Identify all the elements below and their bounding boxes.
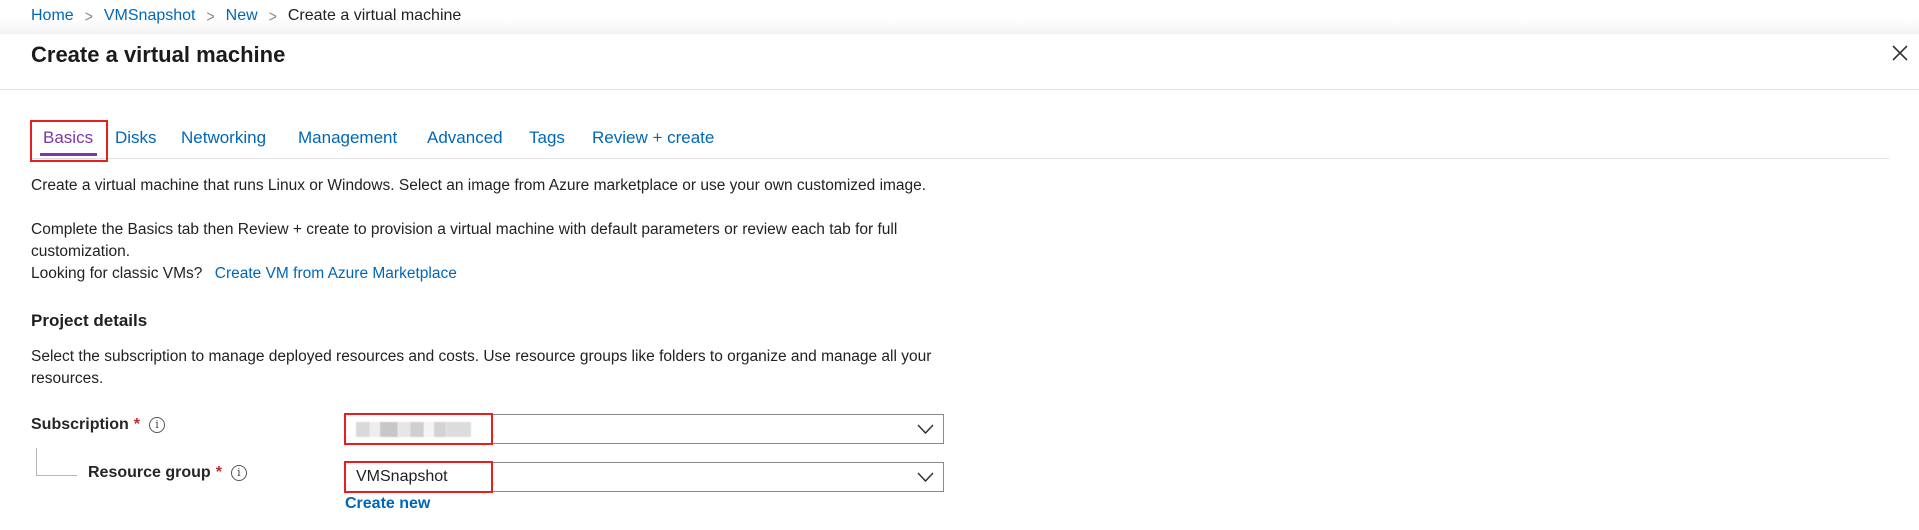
tab-management[interactable]: Management bbox=[298, 128, 397, 148]
breadcrumb-current: Create a virtual machine bbox=[287, 7, 462, 24]
breadcrumb-separator-icon: > bbox=[206, 6, 215, 26]
project-details-description: Select the subscription to manage deploy… bbox=[31, 348, 932, 387]
breadcrumb-separator-icon: > bbox=[84, 6, 93, 26]
info-icon[interactable]: i bbox=[149, 417, 166, 433]
chevron-down-icon bbox=[917, 472, 934, 483]
tab-disks[interactable]: Disks bbox=[115, 128, 157, 148]
create-vm-marketplace-link[interactable]: Create VM from Azure Marketplace bbox=[215, 265, 457, 282]
subscription-dropdown[interactable] bbox=[345, 414, 944, 444]
page-title: Create a virtual machine bbox=[31, 42, 286, 67]
info-icon[interactable]: i bbox=[230, 465, 247, 481]
resource-group-label-text: Resource group bbox=[88, 464, 211, 481]
blade-header: Create a virtual machine bbox=[0, 34, 1919, 90]
classic-vms-prompt: Looking for classic VMs? bbox=[31, 265, 203, 282]
subscription-label: Subscription * i bbox=[31, 416, 166, 434]
required-marker: * bbox=[215, 464, 222, 481]
breadcrumb-vmsnapshot[interactable]: VMSnapshot bbox=[104, 7, 196, 25]
breadcrumb: Home > VMSnapshot > New > Create a virtu… bbox=[31, 6, 462, 26]
classic-vms-line: Looking for classic VMs? Create VM from … bbox=[31, 263, 951, 285]
tab-tags[interactable]: Tags bbox=[529, 128, 565, 148]
create-new-resource-group-link[interactable]: Create new bbox=[345, 495, 430, 513]
close-icon[interactable] bbox=[1888, 41, 1912, 65]
tree-connector bbox=[36, 475, 77, 476]
active-tab-indicator bbox=[40, 153, 97, 156]
subscription-label-text: Subscription bbox=[31, 416, 129, 433]
required-marker: * bbox=[133, 416, 141, 433]
tab-advanced[interactable]: Advanced bbox=[427, 128, 503, 148]
breadcrumb-home[interactable]: Home bbox=[31, 7, 74, 25]
intro-text-2: Complete the Basics tab then Review + cr… bbox=[31, 221, 898, 260]
project-details-heading: Project details bbox=[31, 311, 148, 330]
tab-review-create[interactable]: Review + create bbox=[592, 128, 714, 148]
tree-connector bbox=[36, 448, 37, 475]
tab-networking[interactable]: Networking bbox=[181, 128, 266, 148]
intro-text-1: Create a virtual machine that runs Linux… bbox=[31, 177, 927, 194]
resource-group-label: Resource group * i bbox=[88, 464, 247, 482]
resource-group-dropdown[interactable]: VMSnapshot bbox=[345, 462, 944, 492]
redacted-subscription-value bbox=[356, 422, 471, 437]
tab-bar: Basics Disks Networking Management Advan… bbox=[31, 122, 1889, 159]
chevron-down-icon bbox=[917, 424, 934, 435]
breadcrumb-separator-icon: > bbox=[268, 6, 277, 26]
tab-basics[interactable]: Basics bbox=[43, 128, 93, 148]
resource-group-value: VMSnapshot bbox=[356, 468, 448, 485]
breadcrumb-new[interactable]: New bbox=[226, 7, 258, 25]
